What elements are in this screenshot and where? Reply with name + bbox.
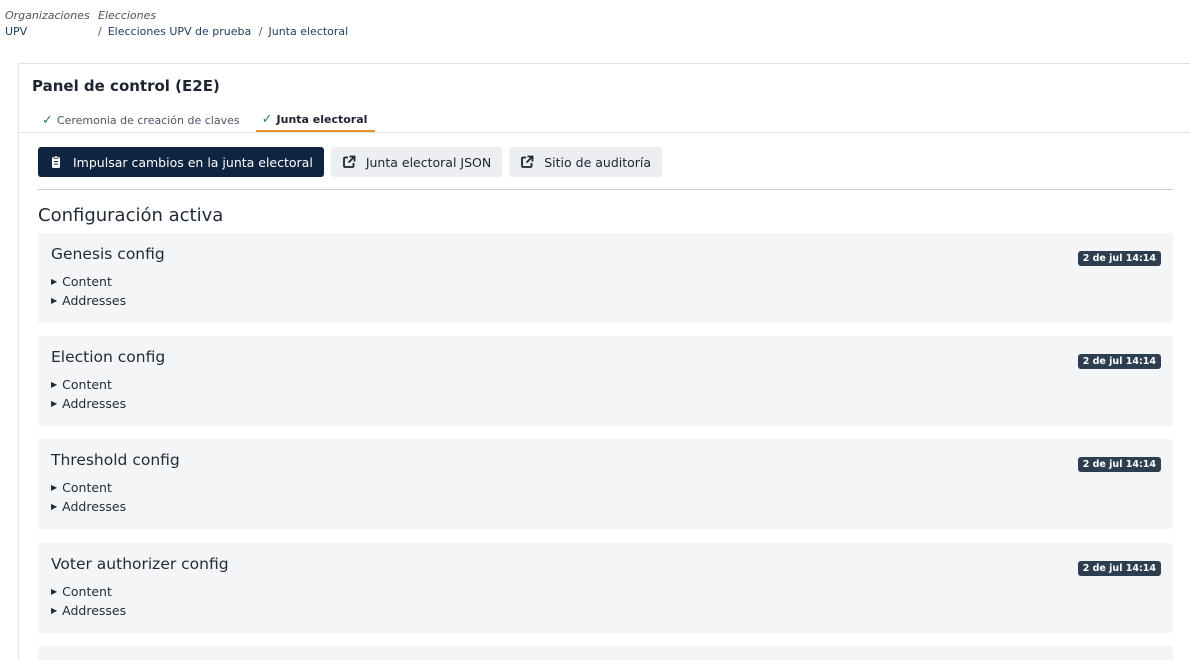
- tab-key-ceremony[interactable]: ✓ Ceremonia de creación de claves: [32, 108, 248, 132]
- content-toggle[interactable]: ▶ Content: [51, 584, 112, 599]
- addresses-toggle[interactable]: ▶ Addresses: [51, 396, 126, 411]
- external-link-icon: [342, 155, 356, 169]
- content-toggle[interactable]: ▶ Content: [51, 480, 112, 495]
- audit-site-button[interactable]: Sitio de auditoría: [509, 147, 663, 177]
- config-title: Voter authorizer config: [51, 555, 229, 573]
- tabs-divider: [19, 132, 1190, 133]
- content-toggle-label: Content: [62, 377, 112, 392]
- content-toggle[interactable]: ▶ Content: [51, 274, 112, 289]
- panel-title: Panel de control (E2E): [32, 77, 220, 95]
- section-title: Configuración activa: [38, 205, 224, 226]
- caret-right-icon: ▶: [51, 483, 58, 492]
- date-badge: 2 de jul 14:14: [1077, 354, 1161, 369]
- breadcrumb-separator: /: [258, 25, 263, 38]
- tab-label: Junta electoral: [276, 112, 368, 126]
- breadcrumb-organization-link[interactable]: UPV: [5, 25, 90, 38]
- date-badge: 2 de jul 14:14: [1077, 457, 1161, 472]
- breadcrumb-elections-caption: Elecciones: [98, 9, 157, 22]
- caret-right-icon: ▶: [51, 502, 58, 511]
- electoral-board-json-button[interactable]: Junta electoral JSON: [330, 147, 503, 177]
- config-card-voter-authorizer: Voter authorizer config 2 de jul 14:14 ▶…: [38, 543, 1173, 633]
- breadcrumb-organizations: Organizaciones UPV: [5, 9, 90, 38]
- content-toggle[interactable]: ▶ Content: [51, 377, 112, 392]
- check-icon: ✓: [42, 112, 53, 128]
- breadcrumb-election-link[interactable]: Elecciones UPV de prueba: [108, 25, 252, 38]
- caret-right-icon: ▶: [51, 606, 58, 615]
- content-toggle-label: Content: [62, 584, 112, 599]
- config-card-partial: [38, 646, 1173, 660]
- date-badge: 2 de jul 14:14: [1077, 251, 1161, 266]
- config-card-threshold: Threshold config 2 de jul 14:14 ▶ Conten…: [38, 439, 1173, 529]
- tab-label: Ceremonia de creación de claves: [56, 113, 240, 127]
- audit-site-label: Sitio de auditoría: [544, 154, 652, 170]
- config-card-genesis: Genesis config 2 de jul 14:14 ▶ Content …: [38, 233, 1173, 323]
- clipboard-icon: [49, 155, 63, 169]
- check-icon: ✓: [261, 111, 273, 127]
- caret-right-icon: ▶: [51, 380, 58, 389]
- addresses-toggle[interactable]: ▶ Addresses: [51, 499, 126, 514]
- control-panel: Panel de control (E2E) ✓ Ceremonia de cr…: [18, 63, 1190, 660]
- config-title: Threshold config: [51, 451, 180, 469]
- push-changes-label: Impulsar cambios en la junta electoral: [73, 154, 313, 170]
- config-title: Genesis config: [51, 245, 165, 263]
- breadcrumb-path: / Elecciones UPV de prueba / Junta elector…: [98, 25, 348, 38]
- breadcrumb-current: Junta electoral: [268, 25, 349, 38]
- tab-electoral-board[interactable]: ✓ Junta electoral: [255, 108, 376, 132]
- caret-right-icon: ▶: [51, 296, 58, 305]
- caret-right-icon: ▶: [51, 277, 58, 286]
- breadcrumb-elections: Elecciones / Elecciones UPV de prueba / Ju…: [98, 9, 348, 38]
- push-changes-button[interactable]: Impulsar cambios en la junta electoral: [38, 147, 324, 177]
- toolbar-divider: [38, 189, 1173, 190]
- content-toggle-label: Content: [62, 480, 112, 495]
- addresses-toggle-label: Addresses: [62, 293, 127, 308]
- content-toggle-label: Content: [62, 274, 112, 289]
- config-title: Election config: [51, 348, 166, 366]
- addresses-toggle[interactable]: ▶ Addresses: [51, 293, 126, 308]
- breadcrumb-organizations-caption: Organizaciones: [5, 9, 90, 22]
- panel-tabs: ✓ Ceremonia de creación de claves ✓ Junt…: [32, 108, 376, 132]
- date-badge: 2 de jul 14:14: [1077, 561, 1161, 576]
- toolbar: Impulsar cambios en la junta electoral J…: [38, 147, 663, 177]
- breadcrumb-separator: /: [98, 25, 102, 38]
- caret-right-icon: ▶: [51, 587, 58, 596]
- addresses-toggle-label: Addresses: [62, 603, 127, 618]
- caret-right-icon: ▶: [51, 399, 58, 408]
- addresses-toggle-label: Addresses: [62, 499, 127, 514]
- addresses-toggle-label: Addresses: [62, 396, 127, 411]
- external-link-icon: [520, 155, 534, 169]
- addresses-toggle[interactable]: ▶ Addresses: [51, 603, 126, 618]
- config-card-election: Election config 2 de jul 14:14 ▶ Content…: [38, 336, 1173, 426]
- electoral-board-json-label: Junta electoral JSON: [365, 154, 492, 170]
